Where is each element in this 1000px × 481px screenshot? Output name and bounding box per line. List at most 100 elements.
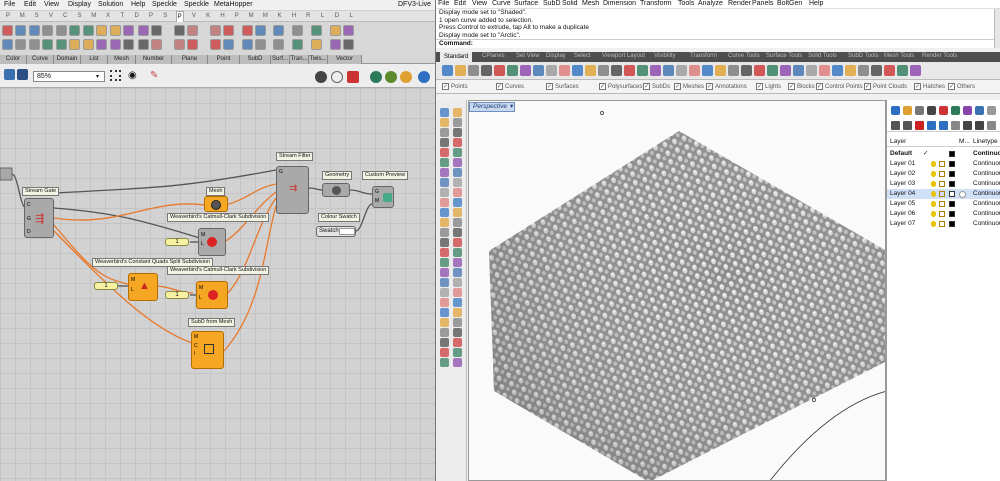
filter-hatches[interactable]: ✓ Hatches [914,83,945,90]
gh-tab-2[interactable]: S [33,13,41,19]
hide-icon[interactable] [331,71,343,83]
gh-menu-file[interactable]: File [4,1,15,8]
toolbar-tool-icon[interactable] [793,65,804,76]
filter-meshes[interactable]: ✓ Meshes [674,83,704,90]
component-icon[interactable] [69,25,80,36]
lightbulb-icon[interactable] [931,211,936,217]
modeling-tool-icon[interactable] [453,148,462,157]
zoom-level-select[interactable]: 85% [33,71,105,82]
rhino-tab-3[interactable]: Display [546,53,566,59]
checkbox[interactable]: ✓ [864,83,871,90]
display-mode-icon[interactable] [315,71,327,83]
rhino-menu-dimension[interactable]: Dimension [603,0,636,7]
toolbar-tool-icon[interactable] [533,65,544,76]
layer-row[interactable]: Layer 04 Continuous [887,189,1000,199]
checkbox[interactable]: ✓ [788,83,795,90]
toolbar-tool-icon[interactable] [871,65,882,76]
chevron-down-icon[interactable]: ▾ [510,103,513,110]
wb-cc-1-node[interactable]: M L [198,228,226,256]
rhino-tab-11[interactable]: SubD Tools [848,53,879,59]
toolbar-tool-icon[interactable] [689,65,700,76]
toolbar-tool-icon[interactable] [481,65,492,76]
rhino-menu-analyze[interactable]: Analyze [698,0,723,7]
modeling-tool-icon[interactable] [453,138,462,147]
layer-color-swatch[interactable] [949,171,955,177]
layer-row[interactable]: Layer 05 Continuous [887,199,1000,209]
gh-menu-speckle-1[interactable]: Speckle [152,1,177,8]
rhino-tab-12[interactable]: Mesh Tools [884,53,914,59]
layer-tool-icon[interactable] [939,121,948,130]
lightbulb-icon[interactable] [931,161,936,167]
component-icon[interactable] [96,39,107,50]
modeling-tool-icon[interactable] [440,178,449,187]
modeling-tool-icon[interactable] [453,188,462,197]
component-icon[interactable] [123,39,134,50]
gh-tab-16[interactable]: P [233,13,241,19]
gh-tab-11[interactable]: S [161,13,169,19]
lock-icon[interactable] [939,201,945,207]
rhino-tab-13[interactable]: Render Tools [922,53,957,59]
modeling-tool-icon[interactable] [453,128,462,137]
rhino-menu-render[interactable]: Render [728,0,751,7]
toolbar-tool-icon[interactable] [442,65,453,76]
component-icon[interactable] [255,25,266,36]
component-icon[interactable] [29,39,40,50]
gh-tab-19[interactable]: K [276,13,284,19]
filter-blocks[interactable]: ✓ Blocks [788,83,815,90]
rhino-menu-file[interactable]: File [438,0,449,7]
component-icon[interactable] [343,25,354,36]
history-scrollbar[interactable] [994,9,1000,48]
preview-selected-icon[interactable] [347,71,359,83]
preview-settings-icon[interactable] [385,71,397,83]
subd-from-mesh-node[interactable]: M C I [191,331,224,369]
rhino-menu-curve[interactable]: Curve [492,0,511,7]
gh-menu-display[interactable]: Display [68,1,91,8]
modeling-tool-icon[interactable] [453,358,462,367]
component-icon[interactable] [151,25,162,36]
checkbox[interactable]: ✓ [496,83,503,90]
lock-icon[interactable] [939,161,945,167]
lightbulb-icon[interactable] [931,191,936,197]
zoom-chevron-down-icon[interactable]: ▾ [96,73,99,80]
lightbulb-icon[interactable] [931,181,936,187]
lightbulb-icon[interactable] [931,171,936,177]
component-icon[interactable] [187,39,198,50]
modeling-tool-icon[interactable] [453,228,462,237]
modeling-tool-icon[interactable] [440,328,449,337]
modeling-tool-icon[interactable] [440,108,449,117]
component-icon[interactable] [110,39,121,50]
component-icon[interactable] [29,25,40,36]
zoom-extents-icon[interactable] [110,70,121,81]
layer-color-swatch[interactable] [949,221,955,227]
save-file-icon[interactable] [17,69,28,80]
slider-2[interactable]: 1 [94,282,118,290]
gh-menu-speckle-2[interactable]: Speckle [184,1,209,8]
toolbar-tool-icon[interactable] [806,65,817,76]
layer-color-swatch[interactable] [949,181,955,187]
modeling-tool-icon[interactable] [440,298,449,307]
toolbar-tool-icon[interactable] [845,65,856,76]
toolbar-tool-icon[interactable] [767,65,778,76]
component-icon[interactable] [123,25,134,36]
gh-tab-1[interactable]: M [18,13,26,19]
modeling-tool-icon[interactable] [453,258,462,267]
gh-tab-7[interactable]: X [104,13,112,19]
rhino-menu-tools[interactable]: Tools [678,0,694,7]
modeling-tool-icon[interactable] [453,348,462,357]
panel-tab-icon[interactable] [951,106,960,115]
toolbar-tool-icon[interactable] [494,65,505,76]
component-icon[interactable] [273,25,284,36]
gh-tab-22[interactable]: L [319,13,327,19]
modeling-tool-icon[interactable] [440,358,449,367]
toolbar-tool-icon[interactable] [897,65,908,76]
component-icon[interactable] [2,25,13,36]
modeling-tool-icon[interactable] [440,268,449,277]
panel-tab-icon[interactable] [963,106,972,115]
preview-mesh-icon[interactable] [370,71,382,83]
rhino-tab-2[interactable]: Set View [516,53,540,59]
preview-shaded-icon[interactable] [400,71,412,83]
lock-icon[interactable] [939,211,945,217]
layer-color-swatch[interactable] [949,161,955,167]
component-icon[interactable] [242,39,253,50]
checkbox[interactable]: ✓ [706,83,713,90]
